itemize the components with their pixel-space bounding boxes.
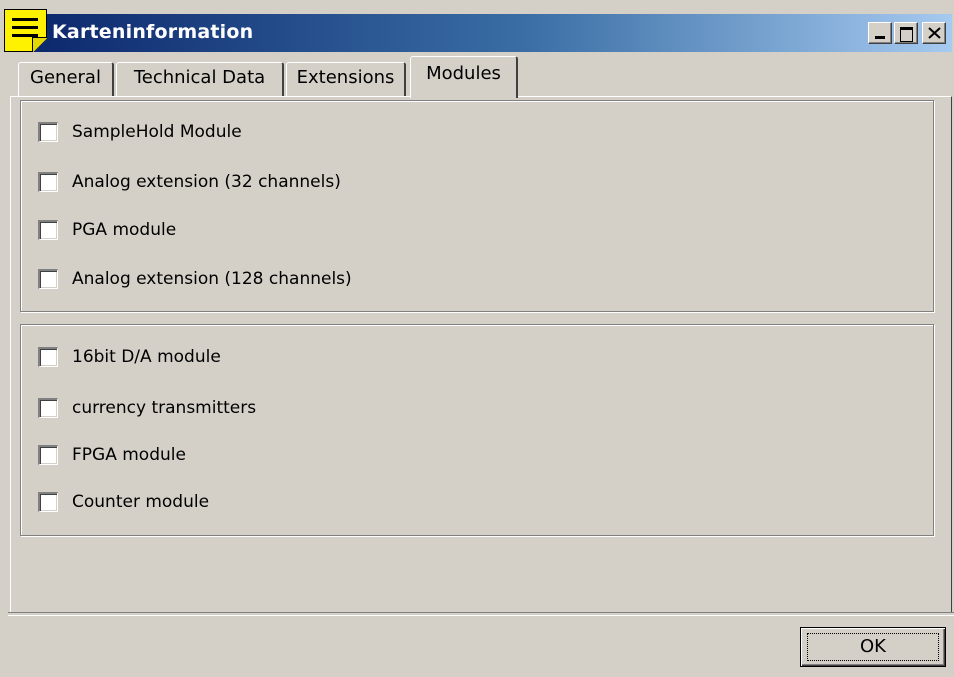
tab-modules[interactable]: Modules [410,56,518,98]
fpga-label: FPGA module [72,445,186,465]
analog-128-checkbox[interactable] [38,269,58,289]
analog-32-checkbox[interactable] [38,172,58,192]
dialog-window: Karteninformation General Technical Data… [0,0,954,677]
tab-modules-label: Modules [426,63,501,84]
currency-transmitters-checkbox[interactable] [38,398,58,418]
counter-checkbox-row[interactable]: Counter module [38,490,209,514]
tab-technical-data[interactable]: Technical Data [116,62,284,96]
pga-checkbox[interactable] [38,220,58,240]
maximize-icon [900,27,913,42]
tab-extensions-label: Extensions [296,67,395,88]
tab-technical-data-label: Technical Data [133,67,266,88]
title-bar[interactable]: Karteninformation [6,14,952,52]
maximize-button[interactable] [894,22,918,44]
samplehold-label: SampleHold Module [72,122,242,142]
focus-rectangle [807,633,939,661]
currency-transmitters-label: currency transmitters [72,398,257,418]
fpga-checkbox[interactable] [38,445,58,465]
pga-checkbox-row[interactable]: PGA module [38,218,176,242]
analog-32-label: Analog extension (32 channels) [72,172,341,192]
tab-general[interactable]: General [18,62,114,96]
counter-label: Counter module [72,492,210,512]
counter-checkbox[interactable] [38,492,58,512]
da16-checkbox-row[interactable]: 16bit D/A module [38,345,221,369]
button-separator [8,612,954,616]
tab-extensions[interactable]: Extensions [286,62,406,96]
tab-general-label: General [30,67,101,88]
analog-128-checkbox-row[interactable]: Analog extension (128 channels) [38,267,352,291]
close-button[interactable] [922,22,946,44]
minimize-icon [875,36,885,39]
samplehold-checkbox-row[interactable]: SampleHold Module [38,120,242,144]
samplehold-checkbox[interactable] [38,122,58,142]
minimize-button[interactable] [868,22,892,44]
pga-label: PGA module [72,220,177,240]
currency-transmitters-checkbox-row[interactable]: currency transmitters [38,396,256,420]
analog-32-checkbox-row[interactable]: Analog extension (32 channels) [38,170,341,194]
da16-checkbox[interactable] [38,347,58,367]
da16-label: 16bit D/A module [72,347,221,367]
close-icon [928,27,941,39]
ok-button[interactable]: OK [800,627,946,667]
analog-128-label: Analog extension (128 channels) [72,269,352,289]
fpga-checkbox-row[interactable]: FPGA module [38,443,186,467]
window-title: Karteninformation [52,21,254,43]
